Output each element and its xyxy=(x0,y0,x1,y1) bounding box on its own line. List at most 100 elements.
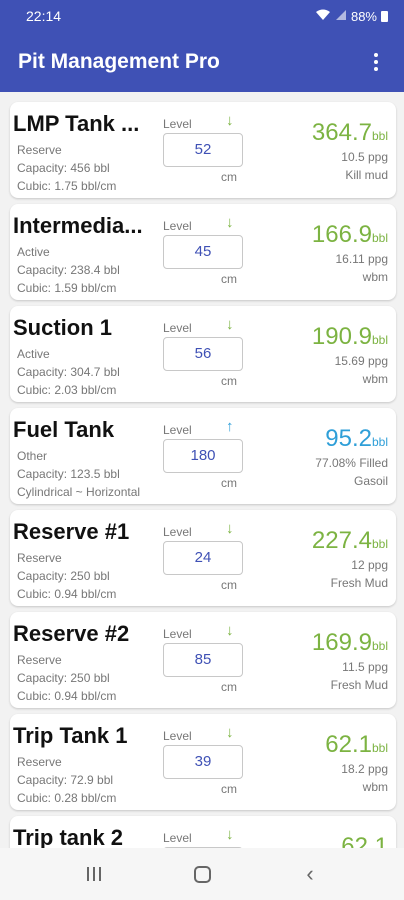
trend-down-icon: ↓ xyxy=(226,622,234,639)
tank-info: Active Capacity: 304.7 bbl Cubic: 2.03 b… xyxy=(17,345,120,399)
level-label: Level xyxy=(163,729,192,743)
tank-type: Reserve xyxy=(17,653,62,667)
tank-card[interactable]: Fuel Tank Other Capacity: 123.5 bbl Cyli… xyxy=(10,408,396,504)
back-button[interactable]: ‹ xyxy=(290,854,330,894)
level-label: Level xyxy=(163,525,192,539)
wifi-icon xyxy=(315,9,331,24)
tank-volume: 169.9bbl xyxy=(312,629,388,657)
status-bar: 22:14 88% xyxy=(0,0,404,32)
tank-info: Reserve Capacity: 250 bbl Cubic: 0.94 bb… xyxy=(17,651,116,705)
tank-type: Reserve xyxy=(17,551,62,565)
level-label: Level xyxy=(163,831,192,845)
tank-cubic: Cubic: 1.59 bbl/cm xyxy=(17,281,117,295)
tank-volume: 227.4bbl xyxy=(312,527,388,555)
volume-unit: bbl xyxy=(371,333,388,347)
back-icon: ‹ xyxy=(306,861,314,886)
tank-card[interactable]: Intermedia... Active Capacity: 238.4 bbl… xyxy=(10,204,396,300)
level-unit: cm xyxy=(221,680,237,694)
more-vert-icon[interactable] xyxy=(364,50,388,74)
tank-info: Reserve Capacity: 72.9 bbl Cubic: 0.28 b… xyxy=(17,753,116,807)
tank-cubic: Cubic: 0.28 bbl/cm xyxy=(17,791,117,805)
tank-list[interactable]: LMP Tank ... Reserve Capacity: 456 bbl C… xyxy=(0,100,404,848)
home-button[interactable] xyxy=(182,854,222,894)
trend-down-icon: ↓ xyxy=(226,826,234,843)
recents-button[interactable] xyxy=(74,854,114,894)
tank-volume: 190.9bbl xyxy=(312,323,388,351)
volume-unit: bbl xyxy=(371,231,388,245)
tank-cubic: Cubic: 0.94 bbl/cm xyxy=(17,689,117,703)
volume-unit: bbl xyxy=(371,639,388,653)
tank-detail-secondary: wbm xyxy=(362,372,388,386)
tank-card[interactable]: Trip Tank 1 Reserve Capacity: 72.9 bbl C… xyxy=(10,714,396,810)
tank-detail-primary: 15.69 ppg xyxy=(334,354,388,368)
tank-volume: 62.1 xyxy=(341,833,388,848)
tank-type: Reserve xyxy=(17,143,62,157)
level-unit: cm xyxy=(221,272,237,286)
app-bar: Pit Management Pro xyxy=(0,32,404,92)
status-icons: 88% xyxy=(315,9,388,24)
level-input[interactable]: 45 xyxy=(163,235,243,269)
volume-value: 95.2 xyxy=(325,425,372,452)
volume-unit: bbl xyxy=(371,537,388,551)
home-icon xyxy=(193,865,211,883)
tank-type: Active xyxy=(17,245,50,259)
level-input[interactable]: 52 xyxy=(163,133,243,167)
tank-name: LMP Tank ... xyxy=(13,111,140,136)
level-label: Level xyxy=(163,219,192,233)
tank-detail-secondary: wbm xyxy=(362,780,388,794)
tank-volume: 62.1bbl xyxy=(325,731,388,759)
tank-card[interactable]: Suction 1 Active Capacity: 304.7 bbl Cub… xyxy=(10,306,396,402)
battery-icon xyxy=(381,10,388,22)
trend-down-icon: ↓ xyxy=(226,316,234,333)
tank-name: Reserve #1 xyxy=(13,519,130,544)
level-input[interactable]: 56 xyxy=(163,337,243,371)
tank-type: Active xyxy=(17,347,50,361)
tank-cubic: Cubic: 2.03 bbl/cm xyxy=(17,383,117,397)
tank-name: Intermedia... xyxy=(13,213,143,238)
tank-volume: 364.7bbl xyxy=(312,119,388,147)
level-input[interactable]: 39 xyxy=(163,745,243,779)
level-input[interactable]: 85 xyxy=(163,643,243,677)
trend-down-icon: ↓ xyxy=(226,520,234,537)
level-input[interactable]: 24 xyxy=(163,541,243,575)
tank-detail-primary: 77.08% Filled xyxy=(315,456,388,470)
tank-detail-secondary: Gasoil xyxy=(353,474,388,488)
tank-detail-secondary: Fresh Mud xyxy=(330,678,388,692)
tank-detail-secondary: wbm xyxy=(362,270,388,284)
volume-value: 364.7 xyxy=(311,119,372,146)
tank-capacity: Capacity: 238.4 bbl xyxy=(17,263,120,277)
tank-detail-primary: 10.5 ppg xyxy=(341,150,388,164)
tank-cubic: Cubic: 0.94 bbl/cm xyxy=(17,587,117,601)
tank-name: Suction 1 xyxy=(13,315,113,340)
tank-detail-primary: 16.11 ppg xyxy=(335,252,389,266)
volume-unit: bbl xyxy=(371,435,388,449)
tank-info: Reserve Capacity: 250 bbl Cubic: 0.94 bb… xyxy=(17,549,116,603)
tank-name: Trip Tank 1 xyxy=(13,723,128,748)
volume-value: 62.1 xyxy=(325,731,372,758)
tank-detail-secondary: Fresh Mud xyxy=(330,576,388,590)
tank-capacity: Capacity: 123.5 bbl xyxy=(17,467,120,481)
tank-card[interactable]: LMP Tank ... Reserve Capacity: 456 bbl C… xyxy=(10,102,396,198)
tank-name: Reserve #2 xyxy=(13,621,130,646)
volume-unit: bbl xyxy=(371,129,388,143)
tank-volume: 166.9bbl xyxy=(312,221,388,249)
recents-icon xyxy=(87,867,101,881)
trend-down-icon: ↓ xyxy=(226,214,234,231)
tank-detail-primary: 12 ppg xyxy=(351,558,388,572)
status-time: 22:14 xyxy=(26,8,62,24)
tank-capacity: Capacity: 456 bbl xyxy=(17,161,110,175)
volume-value: 166.9 xyxy=(311,221,372,248)
tank-cubic: Cylindrical ~ Horizontal xyxy=(17,485,141,499)
tank-info: Other Capacity: 123.5 bbl Cylindrical ~ … xyxy=(17,447,140,501)
tank-card[interactable]: Trip tank 2 Level ↓ 62.1 xyxy=(10,816,396,848)
tank-detail-secondary: Kill mud xyxy=(345,168,388,182)
level-label: Level xyxy=(163,321,192,335)
level-label: Level xyxy=(163,423,192,437)
level-label: Level xyxy=(163,627,192,641)
tank-card[interactable]: Reserve #1 Reserve Capacity: 250 bbl Cub… xyxy=(10,510,396,606)
tank-info: Reserve Capacity: 456 bbl Cubic: 1.75 bb… xyxy=(17,141,116,195)
volume-unit: bbl xyxy=(371,741,388,755)
tank-detail-primary: 18.2 ppg xyxy=(341,762,388,776)
tank-card[interactable]: Reserve #2 Reserve Capacity: 250 bbl Cub… xyxy=(10,612,396,708)
level-input[interactable]: 180 xyxy=(163,439,243,473)
